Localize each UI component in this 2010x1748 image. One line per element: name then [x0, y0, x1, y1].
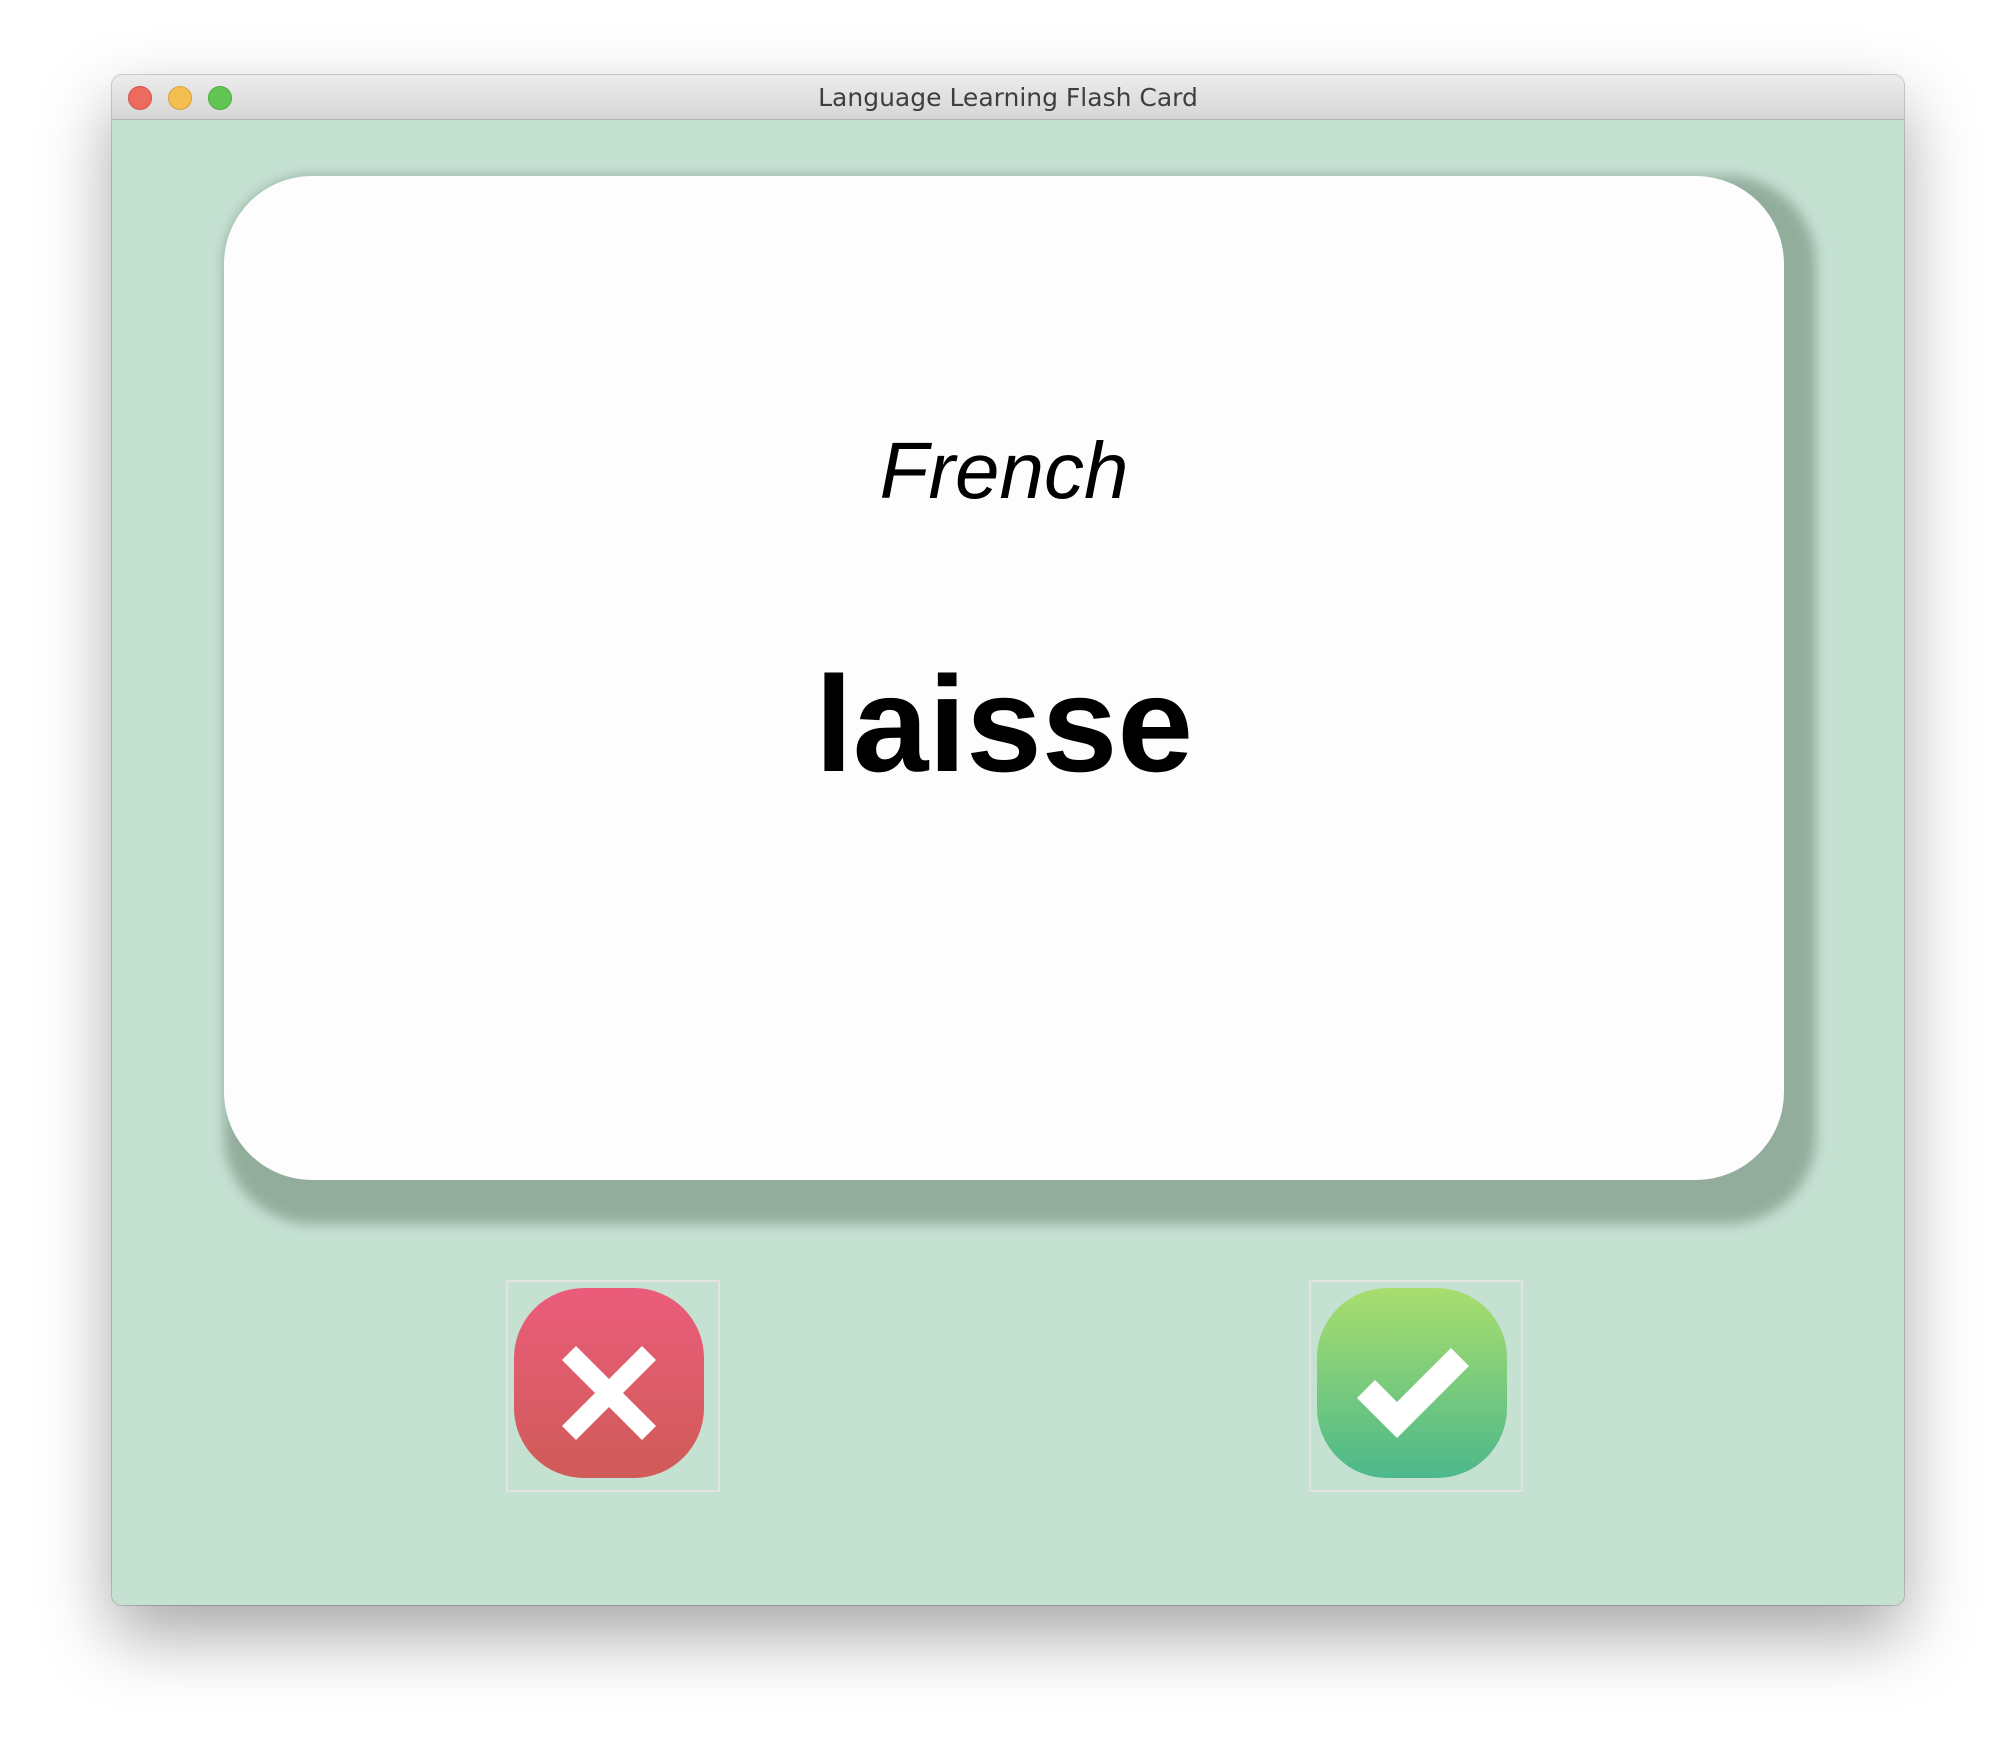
wrong-button[interactable] [506, 1280, 720, 1492]
main-canvas: French laisse [112, 120, 1904, 1605]
title-bar: Language Learning Flash Card [112, 75, 1904, 120]
checkmark-icon [1317, 1288, 1507, 1478]
app-window: Language Learning Flash Card French lais… [112, 75, 1904, 1605]
flash-card: French laisse [224, 176, 1784, 1180]
window-title: Language Learning Flash Card [818, 83, 1198, 112]
card-language-title: French [879, 426, 1129, 515]
cross-icon [514, 1288, 704, 1478]
card-word: laisse [814, 648, 1194, 800]
right-button[interactable] [1309, 1280, 1523, 1492]
